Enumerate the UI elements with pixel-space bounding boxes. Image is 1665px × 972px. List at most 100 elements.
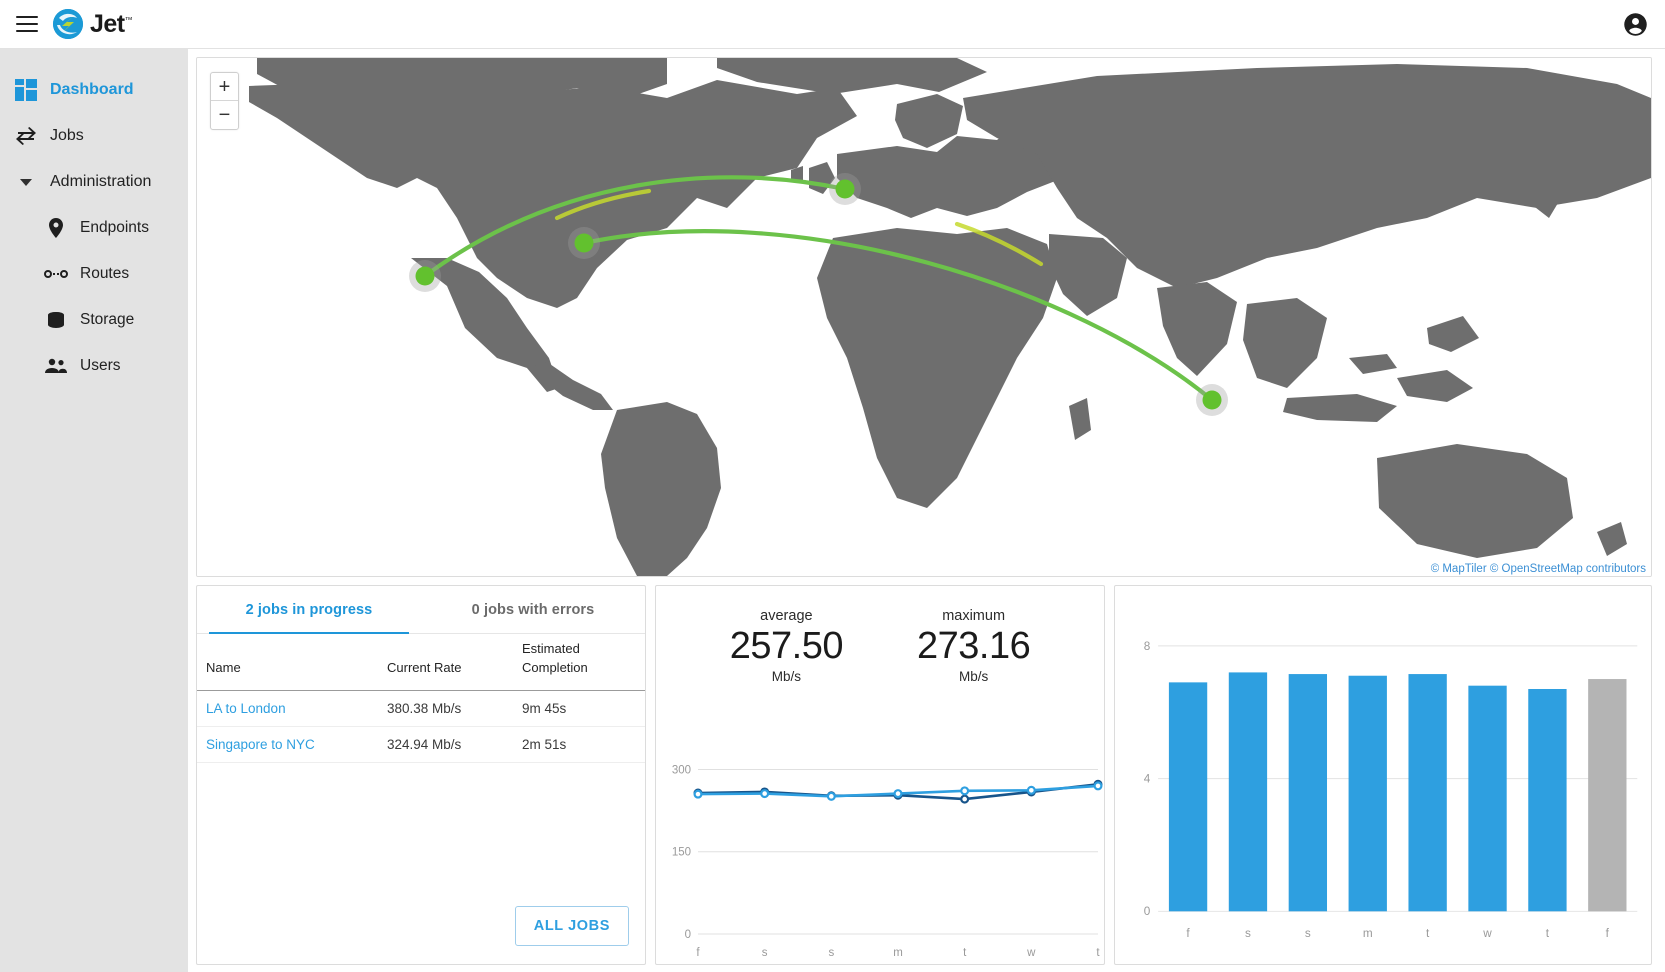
x-axis-tick: w (1482, 927, 1492, 940)
x-axis-tick: f (696, 947, 700, 959)
stat-maximum: maximum 273.16 Mb/s (917, 608, 1030, 684)
jobs-table: Name Current Rate Estimated Completion L… (197, 634, 645, 763)
x-axis-tick: f (1606, 927, 1610, 940)
hamburger-icon[interactable] (16, 16, 38, 32)
world-map (197, 58, 1651, 576)
jet-logo-icon (52, 8, 84, 40)
all-jobs-button[interactable]: ALL JOBS (515, 906, 629, 946)
sidebar-item-label: Administration (50, 173, 151, 191)
stat-average-unit: Mb/s (730, 669, 843, 684)
sidebar-item-users[interactable]: Users (0, 343, 188, 389)
map-attribution[interactable]: © MapTiler © OpenStreetMap contributors (1429, 563, 1648, 575)
x-axis-tick: w (1026, 947, 1036, 959)
transfer-rate-line-chart[interactable]: 0150300fssmtwt (656, 739, 1106, 964)
table-row[interactable]: Singapore to NYC 324.94 Mb/s 2m 51s (197, 726, 645, 762)
sidebar-item-dashboard[interactable]: Dashboard (0, 67, 188, 113)
x-axis-tick: t (963, 947, 967, 959)
sidebar-nav: Dashboard Jobs Administration Endpoints (0, 49, 188, 972)
caret-down-icon (12, 179, 40, 186)
sidebar-item-label: Jobs (50, 127, 84, 145)
account-circle-icon[interactable] (1622, 11, 1649, 38)
job-link[interactable]: LA to London (206, 701, 286, 716)
sidebar-item-label: Users (80, 357, 120, 375)
y-axis-tick: 8 (1144, 640, 1151, 653)
job-link[interactable]: Singapore to NYC (206, 737, 315, 752)
job-current-rate: 324.94 Mb/s (379, 726, 514, 762)
bar (1169, 682, 1207, 911)
map-zoom-controls: + − (210, 72, 239, 130)
sidebar-item-endpoints[interactable]: Endpoints (0, 205, 188, 251)
stat-average-label: average (730, 608, 843, 624)
y-axis-tick: 4 (1144, 773, 1151, 786)
sidebar-item-label: Endpoints (80, 219, 149, 237)
table-row[interactable]: LA to London 380.38 Mb/s 9m 45s (197, 690, 645, 726)
data-point (828, 793, 835, 800)
tab-jobs-with-errors[interactable]: 0 jobs with errors (421, 586, 645, 633)
data-point (961, 787, 968, 794)
y-axis-tick: 300 (672, 764, 691, 776)
sidebar-item-label: Storage (80, 311, 134, 329)
job-current-rate: 380.38 Mb/s (379, 690, 514, 726)
data-point (1095, 783, 1102, 790)
data-point (961, 796, 968, 803)
x-axis-tick: t (1426, 927, 1430, 940)
job-eta: 9m 45s (514, 690, 645, 726)
jobs-panel: 2 jobs in progress 0 jobs with errors Na… (196, 585, 646, 965)
y-axis-tick: 0 (1144, 905, 1151, 918)
y-axis-tick: 150 (672, 847, 691, 859)
x-axis-tick: s (1305, 927, 1311, 940)
x-axis-tick: m (1363, 927, 1373, 940)
endpoint-node-la (416, 267, 435, 286)
x-axis-tick: t (1546, 927, 1550, 940)
bar (1588, 679, 1626, 911)
sidebar-item-administration[interactable]: Administration (0, 159, 188, 205)
dashboard-page: Jet™ Dashboard (0, 0, 1665, 972)
stat-maximum-label: maximum (917, 608, 1030, 624)
transfer-arrows-icon (12, 127, 40, 145)
x-axis-tick: s (828, 947, 834, 959)
map-zoom-in-button[interactable]: + (211, 73, 238, 101)
route-dots-icon (42, 268, 70, 280)
sidebar-item-label: Routes (80, 265, 129, 283)
x-axis-tick: s (1245, 927, 1251, 940)
users-icon (42, 358, 70, 374)
map-zoom-out-button[interactable]: − (211, 101, 238, 129)
jobs-tabs: 2 jobs in progress 0 jobs with errors (197, 586, 645, 634)
data-point (895, 790, 902, 797)
column-header-estimated-completion: Estimated Completion (514, 634, 645, 690)
logo-trademark: ™ (125, 15, 133, 24)
sidebar-item-routes[interactable]: Routes (0, 251, 188, 297)
stat-maximum-unit: Mb/s (917, 669, 1030, 684)
bar (1289, 674, 1327, 911)
dashboard-grid-icon (12, 79, 40, 101)
tab-jobs-in-progress[interactable]: 2 jobs in progress (197, 586, 421, 633)
endpoint-node-nyc (575, 234, 594, 253)
transfer-rate-panel: average 257.50 Mb/s maximum 273.16 Mb/s … (655, 585, 1105, 965)
daily-volume-bar-chart[interactable]: 048fssmtwtf (1115, 586, 1651, 956)
logo-wordmark: Jet™ (90, 12, 132, 37)
logo-text: Jet (90, 10, 125, 38)
job-eta: 2m 51s (514, 726, 645, 762)
table-header-row: Name Current Rate Estimated Completion (197, 634, 645, 690)
sidebar-item-jobs[interactable]: Jobs (0, 113, 188, 159)
x-axis-tick: m (893, 947, 903, 959)
endpoint-node-singapore (1203, 391, 1222, 410)
column-header-name: Name (197, 634, 379, 690)
endpoint-node-london (836, 180, 855, 199)
data-point (1028, 787, 1035, 794)
top-app-bar: Jet™ (0, 0, 1665, 49)
app-logo: Jet™ (52, 8, 132, 40)
bar (1528, 689, 1566, 911)
stat-average: average 257.50 Mb/s (730, 608, 843, 684)
sidebar-item-storage[interactable]: Storage (0, 297, 188, 343)
stat-maximum-value: 273.16 (917, 624, 1030, 669)
rate-stats: average 257.50 Mb/s maximum 273.16 Mb/s (656, 586, 1104, 684)
bar (1229, 672, 1267, 911)
map-pin-icon (42, 217, 70, 239)
dashboard-bottom-row: 2 jobs in progress 0 jobs with errors Na… (196, 585, 1652, 965)
all-jobs-button-wrap: ALL JOBS (515, 906, 629, 946)
sidebar-item-label: Dashboard (50, 81, 134, 99)
world-map-panel[interactable]: + − © MapTiler © OpenStreetMap contribut… (196, 57, 1652, 577)
x-axis-tick: s (762, 947, 768, 959)
bar (1408, 674, 1446, 911)
